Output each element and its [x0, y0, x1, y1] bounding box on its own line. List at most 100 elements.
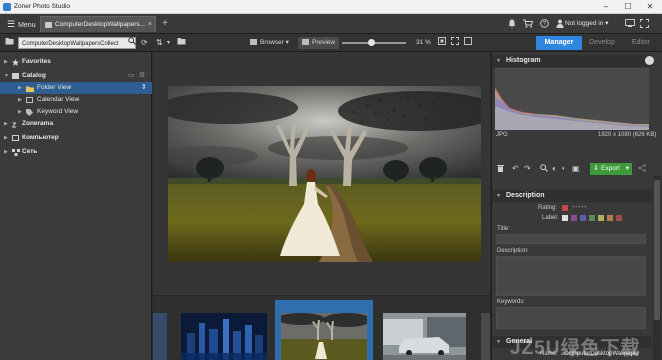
zoom-icon[interactable]: [540, 164, 548, 175]
description-header[interactable]: ▼ Description: [492, 190, 652, 202]
title-bar: Zoner Photo Studio – ☐ ✕: [0, 0, 662, 14]
description-field[interactable]: [496, 256, 646, 296]
sort-chevron-icon[interactable]: ▾: [167, 37, 170, 49]
menu-label: Menu: [18, 22, 36, 29]
sort-updown-icon[interactable]: ⇕: [141, 82, 147, 94]
sort-icon[interactable]: ⇅: [156, 37, 163, 49]
preview-button[interactable]: Preview: [298, 37, 340, 49]
keywords-label: Keywords:: [497, 299, 526, 305]
sidebar-item-catalog[interactable]: ▼ Catalog ▭ ⚙: [0, 70, 152, 82]
fullscreen-icon[interactable]: [640, 19, 649, 30]
minimize-button[interactable]: –: [595, 0, 617, 14]
color-label-swatch[interactable]: [616, 215, 622, 221]
expand-arrow-icon: ▶: [4, 135, 8, 141]
expand-arrow-icon: ▶: [18, 85, 22, 91]
add-folder-icon[interactable]: ▭: [128, 70, 135, 82]
watermark-logo: JZ5U绿色下载: [510, 338, 641, 359]
new-folder-icon[interactable]: [177, 37, 186, 49]
sidebar-item-folder-view[interactable]: ▶ Folder View ⇕: [0, 82, 152, 94]
fit-icon[interactable]: [438, 37, 446, 49]
tab-develop[interactable]: Develop: [584, 36, 620, 50]
chevron-down-icon: ▾: [605, 20, 609, 27]
zonerama-icon: Z: [12, 121, 19, 130]
sidebar-item-computer[interactable]: ▶ Компьютер: [0, 132, 152, 144]
rating-stars[interactable]: •••••: [572, 205, 588, 211]
bell-icon[interactable]: [508, 19, 516, 30]
close-window-button[interactable]: ✕: [639, 0, 661, 14]
computer-icon: [12, 135, 19, 141]
tab-close-icon[interactable]: ×: [148, 17, 152, 32]
color-label-swatch[interactable]: [607, 215, 613, 221]
folder-icon: [26, 85, 34, 92]
share-icon[interactable]: [638, 164, 646, 175]
collapse-arrow-icon: ▼: [4, 73, 9, 79]
search-icon[interactable]: [128, 37, 136, 49]
refresh-icon[interactable]: ⟳: [141, 37, 148, 49]
thumbnail[interactable]: [153, 313, 167, 360]
sidebar-item-zonerama[interactable]: ▶ Z Zonerama: [0, 118, 152, 130]
calendar-icon: [26, 97, 33, 103]
expand-icon[interactable]: [451, 37, 459, 49]
zoom-label: 31 %: [416, 39, 431, 46]
reject-rating-icon[interactable]: [562, 205, 568, 211]
collapse-arrow-icon: ▼: [496, 58, 501, 64]
expand-arrow-icon: ▶: [4, 59, 8, 65]
fullscreen-preview-icon[interactable]: [464, 37, 472, 49]
compare-icon[interactable]: ▣: [572, 164, 580, 174]
label-label: Label:: [542, 215, 559, 221]
thumbnail[interactable]: [481, 313, 490, 360]
expand-arrow-icon: ▶: [4, 149, 8, 155]
sidebar-item-calendar-view[interactable]: ▶ Calendar View: [0, 94, 152, 106]
grid-icon: [250, 39, 257, 45]
folder-browse-icon[interactable]: [5, 37, 14, 49]
rotate-left-icon[interactable]: ↶: [512, 164, 519, 174]
display-icon[interactable]: [625, 19, 635, 29]
color-label-swatch[interactable]: [580, 215, 586, 221]
tab-editor[interactable]: Editor: [624, 36, 658, 50]
help-icon[interactable]: ?: [540, 19, 549, 30]
histogram-chart: [494, 68, 649, 130]
tab-document[interactable]: ComputerDesktopWallpapers... ×: [40, 16, 156, 32]
scrollbar-thumb[interactable]: [654, 180, 660, 320]
color-label-swatch[interactable]: [589, 215, 595, 221]
color-label-swatch[interactable]: [571, 215, 577, 221]
user-icon[interactable]: [556, 19, 564, 30]
menu-button[interactable]: ☰ Menu: [3, 17, 40, 31]
maximize-button[interactable]: ☐: [617, 0, 639, 14]
histogram-options-icon[interactable]: [645, 56, 654, 65]
browser-button[interactable]: Browser ▾: [250, 37, 289, 49]
cart-icon[interactable]: [523, 19, 534, 30]
add-tab-button[interactable]: +: [159, 17, 171, 31]
title-field[interactable]: [496, 234, 646, 244]
zoom-slider-thumb[interactable]: [367, 39, 375, 46]
sidebar-item-favorites[interactable]: ▶ Favorites: [0, 56, 152, 68]
chevron-down-icon[interactable]: ▾: [562, 164, 565, 174]
color-icon[interactable]: ◐: [552, 164, 557, 174]
trash-icon[interactable]: [497, 164, 504, 175]
rotate-right-icon[interactable]: ↷: [524, 164, 531, 174]
path-input[interactable]: ComputerDesktopWallpapersCollect: [18, 37, 136, 49]
export-button[interactable]: ⇓ Export ▾: [590, 163, 632, 175]
panel-scrollbar[interactable]: [653, 176, 661, 360]
folder-tab-icon: [45, 22, 52, 28]
action-toolbar: ↶ ↷ ◐ ▾ ▣ ⇓ Export ▾: [492, 162, 652, 176]
title-label: Title:: [497, 226, 510, 232]
collapse-arrow-icon: ▼: [496, 339, 501, 345]
chevron-down-icon: ▾: [285, 39, 289, 46]
tab-manager[interactable]: Manager: [536, 36, 582, 50]
thumbnail-selected[interactable]: [277, 313, 371, 360]
svg-text:Z: Z: [12, 123, 17, 129]
no-label-swatch[interactable]: [562, 215, 568, 221]
keywords-field[interactable]: [496, 307, 646, 329]
thumbnail[interactable]: [181, 313, 267, 360]
login-status[interactable]: Not logged in ▾: [565, 19, 608, 27]
settings-gear-icon[interactable]: ⚙: [139, 70, 145, 82]
expand-arrow-icon: ▶: [4, 121, 8, 127]
sidebar-item-network[interactable]: ▶ Сеть: [0, 146, 152, 158]
histogram-header[interactable]: ▼ Histogram: [492, 55, 652, 67]
preview-image[interactable]: [168, 86, 481, 262]
expand-arrow-icon: ▶: [18, 97, 22, 103]
thumbnail[interactable]: [383, 313, 466, 360]
sidebar-item-keyword-view[interactable]: ▶ Keyword View: [0, 106, 152, 118]
color-label-swatch[interactable]: [598, 215, 604, 221]
